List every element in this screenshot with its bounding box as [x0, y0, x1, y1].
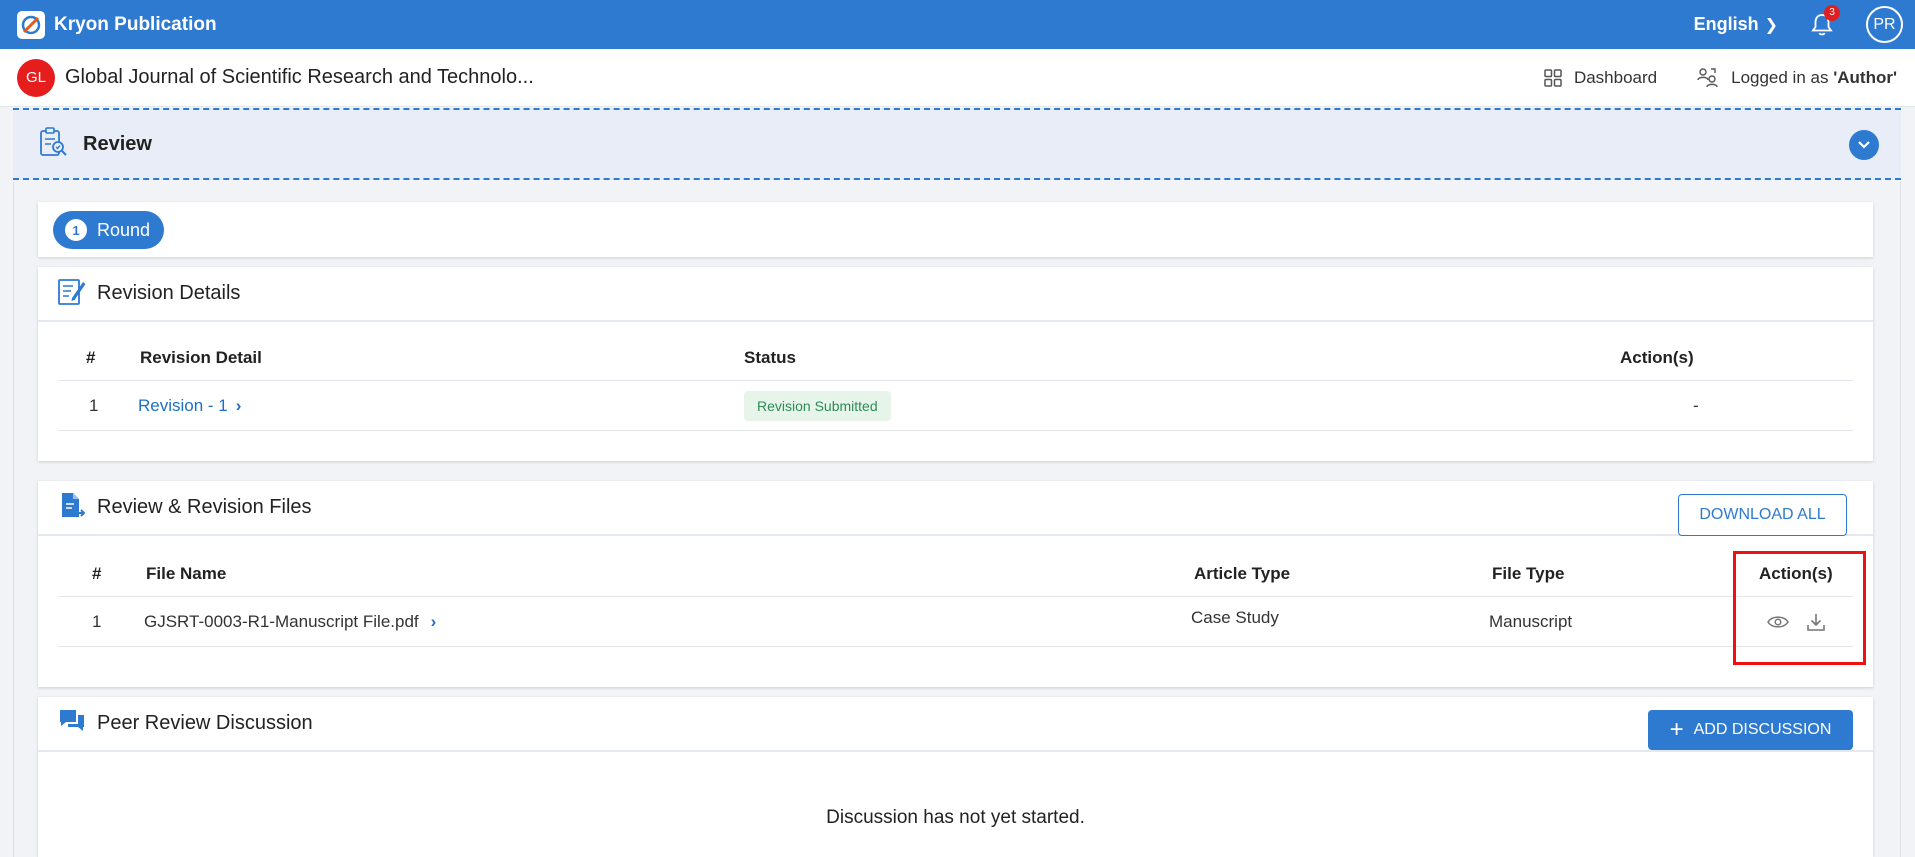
- discussion-empty-message: Discussion has not yet started.: [826, 807, 1085, 828]
- revision-details-card: Revision Details # Revision Detail Statu…: [38, 267, 1873, 461]
- row-index: 1: [92, 611, 102, 631]
- journal-logo: GL: [17, 58, 55, 97]
- files-table-header: # File Name Article Type File Type Actio…: [58, 551, 1853, 597]
- col-article-type: Article Type: [1194, 563, 1291, 583]
- actions-highlight-box: [1733, 551, 1866, 665]
- users-swap-icon: [1697, 68, 1718, 88]
- col-actions: Action(s): [1620, 347, 1694, 367]
- round-tabs: 1 Round: [38, 202, 1873, 257]
- journal-header: GL Global Journal of Scientific Research…: [0, 49, 1915, 107]
- language-label: English: [1693, 14, 1759, 34]
- round-tab-1[interactable]: 1 Round: [53, 211, 165, 249]
- file-name-label: GJSRT-0003-R1-Manuscript File.pdf: [144, 611, 419, 631]
- notification-count-badge: 3: [1824, 4, 1840, 21]
- logged-in-prefix: Logged in as: [1731, 68, 1834, 87]
- row-action: -: [1693, 395, 1699, 415]
- revision-details-header: Revision Details: [38, 267, 1873, 322]
- review-section-header[interactable]: Review: [13, 108, 1901, 180]
- discussion-header: Peer Review Discussion + ADD DISCUSSION: [38, 697, 1873, 752]
- revision-details-title: Revision Details: [97, 282, 241, 304]
- article-type: Case Study: [1191, 607, 1279, 627]
- col-file-type: File Type: [1492, 563, 1565, 583]
- grid-icon: [1544, 69, 1562, 87]
- file-name-link[interactable]: GJSRT-0003-R1-Manuscript File.pdf ›: [144, 597, 436, 646]
- collapse-toggle-button[interactable]: [1849, 130, 1879, 160]
- brand-logo-icon: [17, 10, 45, 39]
- round-number: 1: [65, 219, 87, 241]
- review-files-card: Review & Revision Files DOWNLOAD ALL # F…: [38, 481, 1873, 687]
- chevron-right-icon: ❯: [1764, 16, 1778, 34]
- table-row: 1 Revision - 1 › Revision Submitted -: [58, 381, 1853, 431]
- logged-in-role-name: 'Author': [1833, 68, 1897, 87]
- peer-review-discussion-card: Peer Review Discussion + ADD DISCUSSION …: [38, 697, 1873, 857]
- row-index: 1: [89, 395, 99, 415]
- document-edit-icon: [57, 276, 87, 311]
- chevron-down-icon: [1858, 141, 1870, 149]
- user-avatar[interactable]: PR: [1866, 6, 1903, 43]
- revision-link-label: Revision - 1: [138, 395, 228, 415]
- add-discussion-label: ADD DISCUSSION: [1693, 721, 1832, 738]
- brand[interactable]: Kryon Publication: [17, 10, 217, 39]
- journal-title: Global Journal of Scientific Research an…: [65, 66, 534, 88]
- review-clipboard-icon: [37, 126, 69, 163]
- col-file-name: File Name: [146, 563, 227, 583]
- language-selector[interactable]: English ❯: [1694, 14, 1778, 35]
- file-type: Manuscript: [1489, 611, 1573, 631]
- add-discussion-button[interactable]: + ADD DISCUSSION: [1648, 710, 1853, 750]
- chevron-right-icon: ›: [430, 611, 437, 631]
- plus-icon: +: [1669, 716, 1684, 743]
- col-index: #: [92, 563, 102, 583]
- file-export-icon: [57, 490, 87, 525]
- review-files-title: Review & Revision Files: [97, 496, 312, 518]
- review-title: Review: [83, 132, 152, 155]
- chevron-right-icon: ›: [235, 395, 242, 415]
- dashboard-label: Dashboard: [1573, 68, 1658, 87]
- review-files-header: Review & Revision Files DOWNLOAD ALL: [38, 481, 1873, 536]
- top-bar: Kryon Publication English ❯ 3 PR: [0, 0, 1915, 49]
- notifications-button[interactable]: 3: [1808, 4, 1840, 39]
- col-status: Status: [744, 347, 796, 367]
- brand-title: Kryon Publication: [54, 13, 217, 35]
- download-all-button[interactable]: DOWNLOAD ALL: [1678, 494, 1847, 536]
- discussion-title: Peer Review Discussion: [97, 712, 313, 734]
- dashboard-link[interactable]: Dashboard: [1544, 68, 1657, 88]
- col-revision-detail: Revision Detail: [140, 347, 262, 367]
- chat-icon: [57, 706, 87, 741]
- col-index: #: [86, 347, 96, 367]
- revision-link[interactable]: Revision - 1 ›: [138, 381, 241, 430]
- round-label: Round: [97, 219, 151, 240]
- logged-in-role[interactable]: Logged in as 'Author': [1697, 67, 1897, 89]
- status-badge: Revision Submitted: [744, 390, 891, 421]
- table-row: 1 GJSRT-0003-R1-Manuscript File.pdf › Ca…: [58, 597, 1853, 647]
- revision-table-header: # Revision Detail Status Action(s): [58, 335, 1853, 381]
